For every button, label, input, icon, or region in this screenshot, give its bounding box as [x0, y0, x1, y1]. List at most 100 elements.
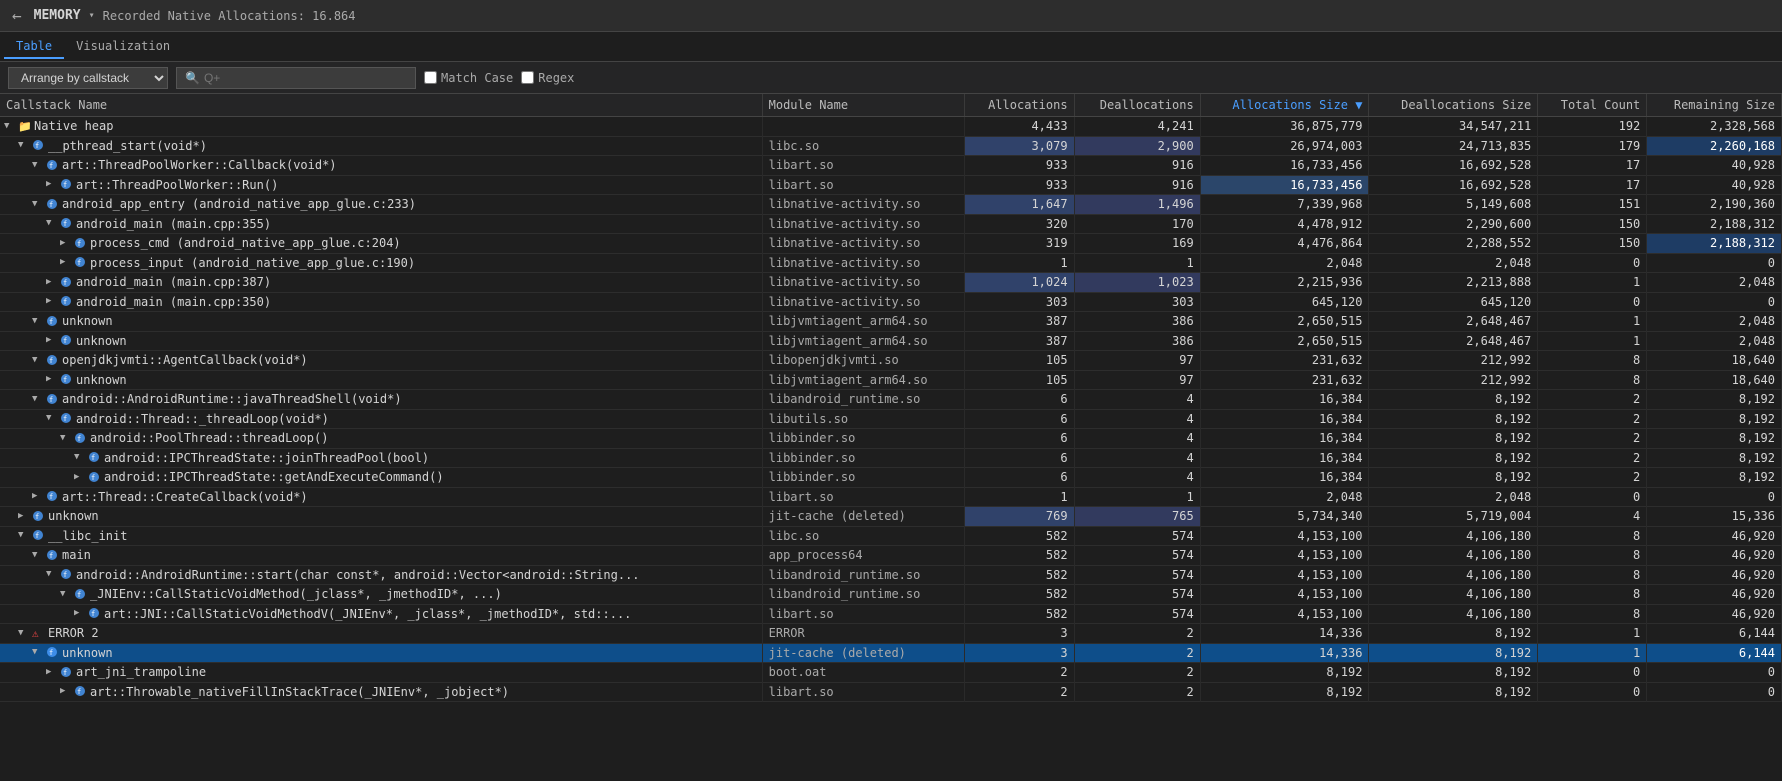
- expand-button[interactable]: ▼: [32, 647, 44, 659]
- svg-text:f: f: [77, 591, 81, 599]
- remaining-size-cell: 0: [1647, 253, 1782, 273]
- table-row[interactable]: ▶fandroid_main (main.cpp:387)libnative-a…: [0, 273, 1782, 293]
- col-callstack[interactable]: Callstack Name: [0, 94, 762, 117]
- table-row[interactable]: ▼funknownlibjvmtiagent_arm64.so3873862,6…: [0, 312, 1782, 332]
- expand-button[interactable]: ▼: [46, 218, 58, 230]
- table-row[interactable]: ▶fart::Thread::CreateCallback(void*)liba…: [0, 487, 1782, 507]
- match-case-checkbox[interactable]: [424, 71, 437, 84]
- col-remaining-size[interactable]: Remaining Size: [1647, 94, 1782, 117]
- table-row[interactable]: ▶funknownjit-cache (deleted)7697655,734,…: [0, 507, 1782, 527]
- alloc-size-cell: 14,336: [1200, 624, 1369, 644]
- callstack-cell: ▶fandroid_main (main.cpp:387): [0, 273, 762, 293]
- table-row[interactable]: ▼fandroid::AndroidRuntime::start(char co…: [0, 565, 1782, 585]
- table-row[interactable]: ▼f_JNIEnv::CallStaticVoidMethod(_jclass*…: [0, 585, 1782, 605]
- expand-button[interactable]: ▶: [32, 491, 44, 503]
- expand-button[interactable]: ▼: [32, 394, 44, 406]
- tab-visualization[interactable]: Visualization: [64, 35, 182, 59]
- table-row[interactable]: ▶fart_jni_trampolineboot.oat228,1928,192…: [0, 663, 1782, 683]
- module-cell: jit-cache (deleted): [762, 507, 965, 527]
- col-alloc-size[interactable]: Allocations Size ▼: [1200, 94, 1369, 117]
- table-row[interactable]: ▼fandroid::Thread::_threadLoop(void*)lib…: [0, 409, 1782, 429]
- table-row[interactable]: ▼📁Native heap4,4334,24136,875,77934,547,…: [0, 117, 1782, 137]
- memory-dropdown-icon[interactable]: ▾: [89, 10, 95, 21]
- expand-button[interactable]: ▼: [18, 530, 30, 542]
- expand-button[interactable]: ▶: [46, 277, 58, 289]
- table-row[interactable]: ▶funknownlibjvmtiagent_arm64.so10597231,…: [0, 370, 1782, 390]
- table-row[interactable]: ▼fart::ThreadPoolWorker::Callback(void*)…: [0, 156, 1782, 176]
- table-row[interactable]: ▶fprocess_input (android_native_app_glue…: [0, 253, 1782, 273]
- module-cell: boot.oat: [762, 663, 965, 683]
- expand-button[interactable]: ▶: [46, 296, 58, 308]
- table-row[interactable]: ▶fart::JNI::CallStaticVoidMethodV(_JNIEn…: [0, 604, 1782, 624]
- svg-text:f: f: [49, 493, 53, 501]
- expand-button[interactable]: ▼: [18, 140, 30, 152]
- col-allocations[interactable]: Allocations: [965, 94, 1074, 117]
- total-count-cell: 2: [1538, 429, 1647, 449]
- table-row[interactable]: ▼fandroid::PoolThread::threadLoop()libbi…: [0, 429, 1782, 449]
- table-row[interactable]: ▼fandroid_app_entry (android_native_app_…: [0, 195, 1782, 215]
- expand-button[interactable]: ▼: [32, 199, 44, 211]
- expand-button[interactable]: ▶: [46, 179, 58, 191]
- expand-button[interactable]: ▶: [18, 511, 30, 523]
- allocations-cell: 105: [965, 351, 1074, 371]
- col-total-count[interactable]: Total Count: [1538, 94, 1647, 117]
- expand-button[interactable]: ▼: [46, 569, 58, 581]
- alloc-size-cell: 231,632: [1200, 351, 1369, 371]
- table-row[interactable]: ▼funknownjit-cache (deleted)3214,3368,19…: [0, 643, 1782, 663]
- total-count-cell: 0: [1538, 253, 1647, 273]
- expand-button[interactable]: ▶: [46, 667, 58, 679]
- expand-button[interactable]: ▼: [18, 628, 30, 640]
- table-row[interactable]: ▼fopenjdkjvmti::AgentCallback(void*)libo…: [0, 351, 1782, 371]
- expand-button[interactable]: ▼: [4, 121, 16, 133]
- expand-button[interactable]: ▼: [60, 589, 72, 601]
- dealloc-size-cell: 2,648,467: [1369, 331, 1538, 351]
- remaining-size-cell: 8,192: [1647, 429, 1782, 449]
- expand-button[interactable]: ▼: [46, 413, 58, 425]
- expand-button[interactable]: ▶: [60, 686, 72, 698]
- allocations-cell: 1: [965, 253, 1074, 273]
- expand-button[interactable]: ▶: [60, 238, 72, 250]
- table-row[interactable]: ▶fprocess_cmd (android_native_app_glue.c…: [0, 234, 1782, 254]
- table-row[interactable]: ▶fandroid::IPCThreadState::getAndExecute…: [0, 468, 1782, 488]
- expand-button[interactable]: ▼: [32, 355, 44, 367]
- col-module[interactable]: Module Name: [762, 94, 965, 117]
- table-row[interactable]: ▶fandroid_main (main.cpp:350)libnative-a…: [0, 292, 1782, 312]
- search-input[interactable]: [204, 71, 404, 85]
- table-row[interactable]: ▶funknownlibjvmtiagent_arm64.so3873862,6…: [0, 331, 1782, 351]
- col-dealloc-size[interactable]: Deallocations Size: [1369, 94, 1538, 117]
- col-deallocations[interactable]: Deallocations: [1074, 94, 1200, 117]
- allocations-cell: 387: [965, 331, 1074, 351]
- table-row[interactable]: ▼f__pthread_start(void*)libc.so3,0792,90…: [0, 136, 1782, 156]
- table-row[interactable]: ▼fandroid::IPCThreadState::joinThreadPoo…: [0, 448, 1782, 468]
- expand-button[interactable]: ▼: [60, 433, 72, 445]
- regex-label[interactable]: Regex: [521, 71, 574, 85]
- expand-button[interactable]: ▼: [32, 550, 44, 562]
- callstack-cell: ▶fart::JNI::CallStaticVoidMethodV(_JNIEn…: [0, 604, 762, 624]
- expand-button[interactable]: ▼: [74, 452, 86, 464]
- table-row[interactable]: ▼fmainapp_process645825744,153,1004,106,…: [0, 546, 1782, 566]
- expand-button[interactable]: ▶: [46, 374, 58, 386]
- table-row[interactable]: ▶fart::ThreadPoolWorker::Run()libart.so9…: [0, 175, 1782, 195]
- dealloc-size-cell: 2,288,552: [1369, 234, 1538, 254]
- table-row[interactable]: ▼f__libc_initlibc.so5825744,153,1004,106…: [0, 526, 1782, 546]
- expand-button[interactable]: ▼: [32, 160, 44, 172]
- expand-button[interactable]: ▶: [74, 608, 86, 620]
- back-button[interactable]: ←: [8, 4, 26, 27]
- expand-button[interactable]: ▶: [46, 335, 58, 347]
- module-cell: libjvmtiagent_arm64.so: [762, 331, 965, 351]
- expand-button[interactable]: ▶: [74, 472, 86, 484]
- match-case-label[interactable]: Match Case: [424, 71, 513, 85]
- table-row[interactable]: ▼⚠ERROR 2ERROR3214,3368,19216,144: [0, 624, 1782, 644]
- regex-checkbox[interactable]: [521, 71, 534, 84]
- allocations-cell: 582: [965, 546, 1074, 566]
- table-row[interactable]: ▼fandroid::AndroidRuntime::javaThreadShe…: [0, 390, 1782, 410]
- expand-button[interactable]: ▶: [60, 257, 72, 269]
- total-count-cell: 17: [1538, 175, 1647, 195]
- arrange-select[interactable]: Arrange by callstack: [8, 67, 168, 89]
- tab-table[interactable]: Table: [4, 35, 64, 59]
- callstack-cell: ▼fandroid::AndroidRuntime::start(char co…: [0, 565, 762, 585]
- func-icon: f: [46, 646, 60, 660]
- expand-button[interactable]: ▼: [32, 316, 44, 328]
- table-row[interactable]: ▼fandroid_main (main.cpp:355)libnative-a…: [0, 214, 1782, 234]
- table-row[interactable]: ▶fart::Throwable_nativeFillInStackTrace(…: [0, 682, 1782, 702]
